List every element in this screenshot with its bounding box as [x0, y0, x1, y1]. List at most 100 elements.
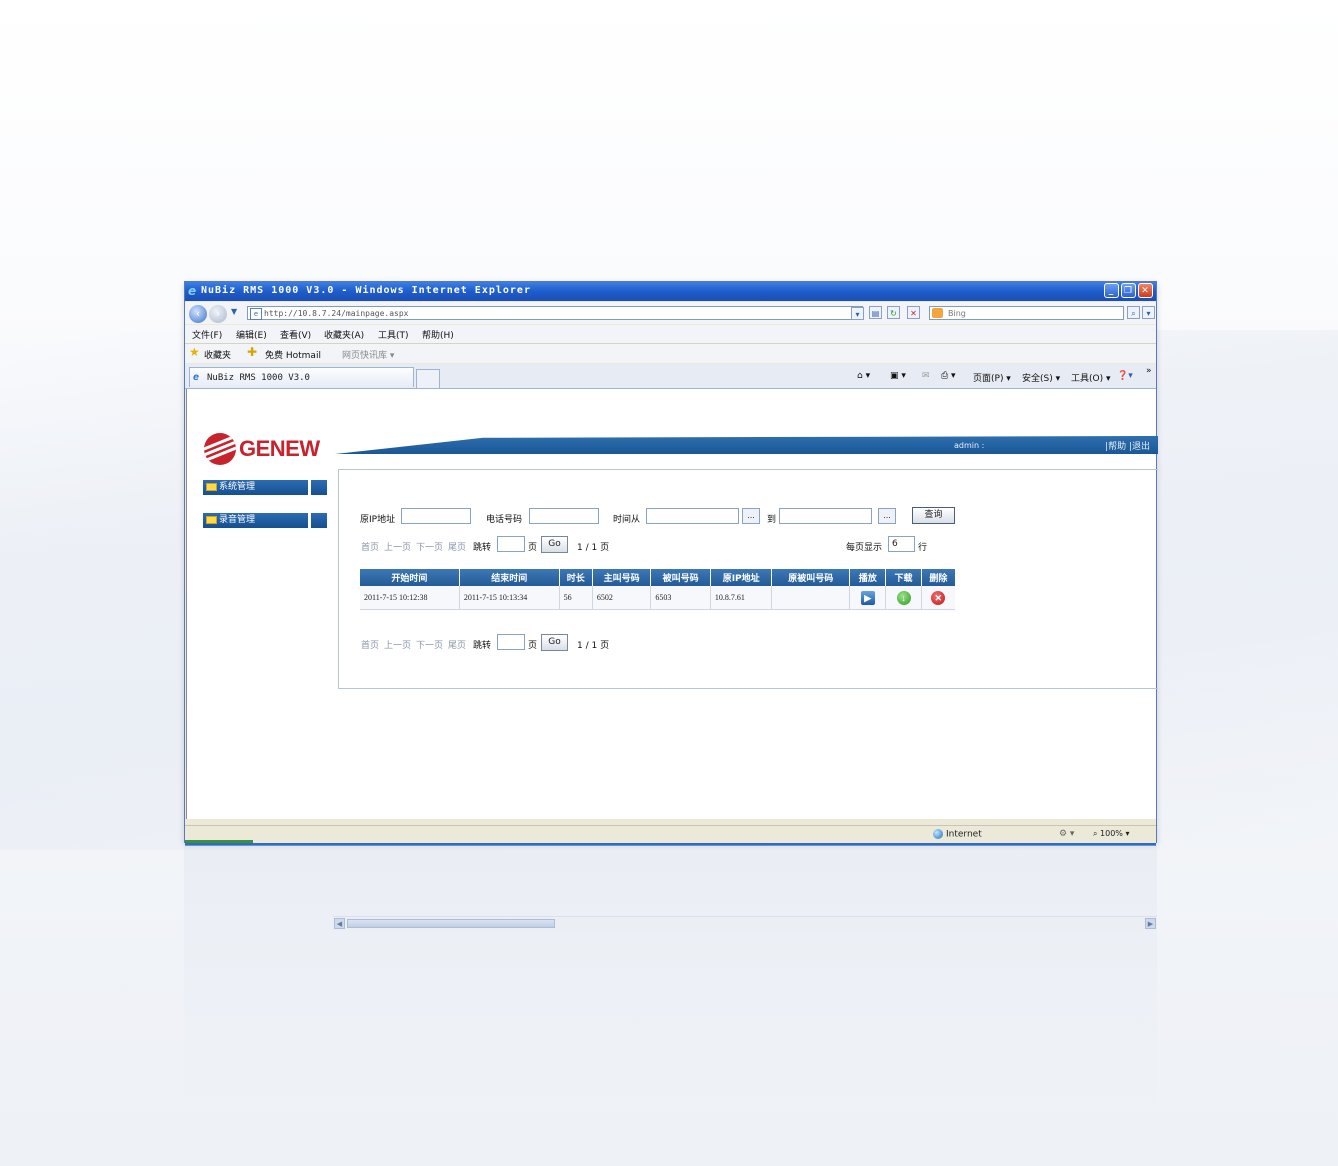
sidebar-item-recording[interactable]: 录音管理 — [203, 513, 327, 528]
last-page-link[interactable]: 尾页 — [448, 540, 466, 553]
read-mail-icon[interactable]: ✉ — [922, 371, 930, 381]
menu-file[interactable]: 文件(F) — [192, 328, 222, 341]
column-header-download: 下载 — [885, 569, 922, 586]
cell-duration: 56 — [559, 586, 593, 610]
play-icon[interactable]: ▶ — [860, 590, 875, 605]
security-zone[interactable]: Internet — [933, 829, 982, 840]
time-from-picker-button[interactable]: ... — [742, 508, 760, 524]
tab-ie-icon: e — [193, 372, 200, 383]
hotmail-link[interactable]: 免费 Hotmail — [265, 348, 321, 361]
query-button[interactable]: 查询 — [912, 507, 955, 524]
cell-delete: ✕ — [921, 586, 955, 610]
menu-tools[interactable]: 工具(T) — [378, 328, 409, 341]
row-unit-label: 行 — [918, 543, 928, 553]
phone-input[interactable] — [529, 508, 599, 524]
next-page-link[interactable]: 下一页 — [416, 540, 443, 553]
web-slice-link[interactable]: 网页快讯库 ▾ — [342, 348, 394, 361]
tab-active[interactable]: e NuBiz RMS 1000 V3.0 — [189, 367, 414, 387]
time-from-label: 时间从 — [613, 515, 641, 525]
stop-icon[interactable]: ✕ — [907, 306, 920, 319]
time-to-picker-button[interactable]: ... — [878, 508, 896, 524]
download-icon[interactable]: ↓ — [896, 590, 911, 605]
sidebar-divider — [308, 513, 311, 528]
favorites-button[interactable]: 收藏夹 — [204, 348, 231, 361]
protected-mode-icon[interactable]: ⚙ ▾ — [1059, 829, 1074, 839]
menu-favorites[interactable]: 收藏夹(A) — [324, 328, 364, 341]
menu-bar: 文件(F) 编辑(E) 查看(V) 收藏夹(A) 工具(T) 帮助(H) — [185, 325, 1156, 344]
window-titlebar[interactable]: e NuBiz RMS 1000 V3.0 - Windows Internet… — [185, 282, 1156, 301]
first-page-link[interactable]: 首页 — [361, 540, 379, 553]
compatibility-icon[interactable]: ▤ — [869, 306, 882, 319]
close-button[interactable]: ✕ — [1138, 283, 1153, 298]
favorites-bar: ★ 收藏夹 ✚ 免费 Hotmail 网页快讯库 ▾ — [185, 344, 1156, 363]
prev-page-link[interactable]: 上一页 — [384, 638, 411, 651]
window-title: NuBiz RMS 1000 V3.0 - Windows Internet E… — [201, 285, 531, 296]
column-header-delete: 删除 — [921, 569, 955, 586]
history-dropdown-icon[interactable]: ▼ — [231, 307, 237, 316]
per-page-input[interactable]: 6 — [888, 536, 915, 552]
feeds-icon[interactable]: ▣ ▾ — [890, 371, 906, 381]
url-dropdown-button[interactable]: ▾ — [851, 307, 864, 320]
column-header-start-time[interactable]: 开始时间 — [360, 569, 460, 586]
sidebar-item-label: 系统管理 — [219, 482, 256, 492]
help-logout-links[interactable]: |帮助 |退出 — [1105, 439, 1150, 452]
delete-icon[interactable]: ✕ — [931, 590, 946, 605]
next-page-link[interactable]: 下一页 — [416, 638, 443, 651]
jump-page-input[interactable] — [497, 634, 525, 650]
safety-menu[interactable]: 安全(S) ▾ — [1022, 371, 1060, 384]
jump-page-input[interactable] — [497, 536, 525, 552]
cell-original-callee — [771, 586, 851, 610]
menu-view[interactable]: 查看(V) — [280, 328, 311, 341]
cell-callee: 6503 — [650, 586, 711, 610]
help-icon[interactable]: ❓▾ — [1117, 371, 1133, 381]
print-icon[interactable]: ⎙ ▾ — [941, 371, 956, 381]
table-header-row: 开始时间 结束时间 时长 主叫号码 被叫号码 原IP地址 原被叫号码 播放 下载… — [360, 569, 955, 586]
folder-icon — [206, 516, 217, 524]
time-to-input[interactable] — [779, 508, 872, 524]
search-options-button[interactable]: ▾ — [1142, 306, 1155, 319]
source-ip-label: 原IP地址 — [360, 515, 396, 525]
zoom-control[interactable]: ⌕ 100% ▾ — [1093, 829, 1129, 839]
column-header-play: 播放 — [849, 569, 887, 586]
url-text: http://10.8.7.24/mainpage.aspx — [264, 309, 409, 318]
sidebar-item-system[interactable]: 系统管理 — [203, 480, 327, 495]
favorites-star-icon: ★ — [189, 345, 200, 359]
time-from-input[interactable] — [646, 508, 739, 524]
column-header-duration[interactable]: 时长 — [559, 569, 593, 586]
search-icon[interactable]: ⌕ — [1127, 306, 1140, 319]
home-icon[interactable]: ⌂ ▾ — [857, 371, 870, 381]
add-favorite-icon[interactable]: ✚ — [247, 345, 257, 359]
cell-start-time: 2011-7-15 10:12:38 — [360, 586, 460, 610]
column-header-end-time[interactable]: 结束时间 — [459, 569, 560, 586]
last-page-link[interactable]: 尾页 — [448, 638, 466, 651]
menu-help[interactable]: 帮助(H) — [422, 328, 454, 341]
app-header-bar: admin : |帮助 |退出 — [335, 436, 1158, 454]
back-button[interactable]: ‹ — [189, 305, 207, 323]
globe-icon — [933, 829, 943, 839]
new-tab-button[interactable] — [416, 369, 440, 388]
first-page-link[interactable]: 首页 — [361, 638, 379, 651]
sidebar-item-label: 录音管理 — [219, 515, 256, 525]
search-input[interactable]: Bing — [929, 306, 1124, 320]
page-info: 1 / 1 页 — [577, 641, 610, 651]
go-button[interactable]: Go — [541, 634, 568, 651]
prev-page-link[interactable]: 上一页 — [384, 540, 411, 553]
tools-menu[interactable]: 工具(O) ▾ — [1071, 371, 1111, 384]
source-ip-input[interactable] — [401, 508, 471, 524]
refresh-icon[interactable]: ↻ — [887, 306, 900, 319]
restore-button[interactable]: ❐ — [1121, 283, 1136, 298]
more-commands-button[interactable]: » — [1146, 366, 1152, 376]
minimize-button[interactable]: _ — [1104, 283, 1119, 298]
forward-button[interactable]: › — [209, 305, 227, 323]
column-header-caller[interactable]: 主叫号码 — [592, 569, 652, 586]
cell-play: ▶ — [849, 586, 887, 610]
url-input[interactable]: e http://10.8.7.24/mainpage.aspx — [247, 306, 863, 320]
page-menu[interactable]: 页面(P) ▾ — [973, 371, 1011, 384]
column-header-callee[interactable]: 被叫号码 — [650, 569, 711, 586]
menu-edit[interactable]: 编辑(E) — [236, 328, 267, 341]
column-header-original-callee[interactable]: 原被叫号码 — [771, 569, 851, 586]
time-to-label: 到 — [767, 515, 777, 525]
column-header-source-ip[interactable]: 原IP地址 — [710, 569, 773, 586]
jump-label: 跳转 — [473, 543, 492, 553]
go-button[interactable]: Go — [541, 536, 568, 553]
